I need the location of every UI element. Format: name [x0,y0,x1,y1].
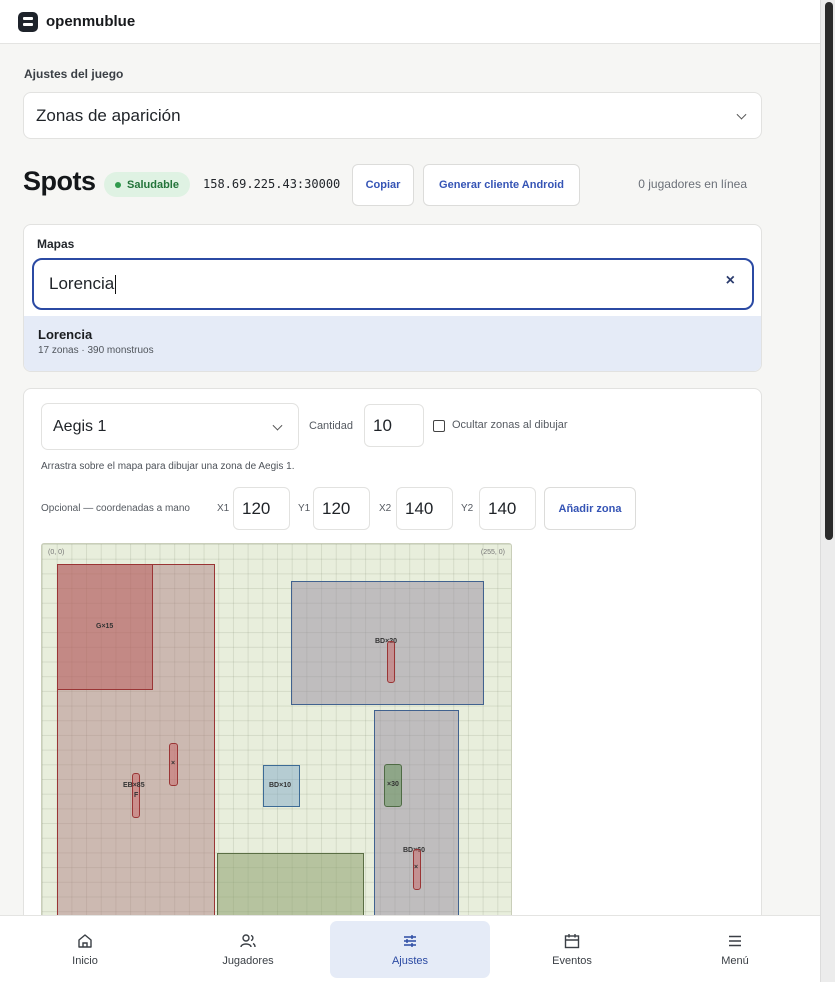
spawn-zone[interactable]: BD×60 [374,710,459,947]
zone-label: G×15 [96,623,114,630]
hide-zones-label: Ocultar zonas al dibujar [452,419,568,431]
menu-icon [729,935,741,947]
spawn-zone[interactable]: ×30 [384,764,402,807]
settings-section-select[interactable]: Zonas de aparición [23,92,762,139]
zone-label: EB×85 [123,782,145,789]
x1-input[interactable]: 120 [233,487,290,530]
status-text: Saludable [127,178,179,191]
spawn-zone[interactable] [387,641,395,683]
maps-card: Mapas Lorencia × Lorencia 17 zonas · 390… [23,224,762,372]
nav-item-eventos[interactable]: Eventos [517,921,627,978]
x2-label: X2 [379,503,392,514]
scrollbar-thumb[interactable] [825,2,833,540]
spawn-zone[interactable]: EB×85 F [123,773,145,818]
page-scrollbar[interactable] [820,0,835,982]
nav-label: Menú [721,955,749,967]
spawn-zone[interactable]: BD×10 [263,765,300,807]
nav-label: Ajustes [391,955,429,967]
generate-android-button[interactable]: Generar cliente Android [423,164,580,206]
bottom-navigation: Inicio Jugadores Ajustes Eventos Menú [0,915,820,982]
status-badge: Saludable [104,172,190,197]
settings-section-value: Zonas de aparición [36,105,181,125]
spawn-zone[interactable]: × [413,849,421,890]
hide-zones-checkbox[interactable] [433,420,445,432]
nav-item-ajustes[interactable]: Ajustes [330,921,490,978]
spawn-zone[interactable]: G×15 [57,564,153,690]
draw-hint: Arrastra sobre el mapa para dibujar una … [41,461,295,472]
map-result-meta: 17 zonas · 390 monstruos [38,345,154,356]
y1-label: Y1 [298,503,311,514]
zone-label: × [414,864,419,871]
origin-coord-label: (0, 0) [48,549,65,556]
page-title: Spots [23,166,96,196]
clear-icon[interactable]: × [726,272,735,290]
zone-label: BD×10 [269,782,291,789]
zone-label: F [134,792,139,799]
manual-coords-label: Opcional — coordenadas a mano [41,503,190,514]
brand-name: openmublue [46,13,136,30]
monster-select[interactable]: Aegis 1 [41,403,299,450]
top-bar: openmublue [0,0,820,44]
map-search-input[interactable]: Lorencia × [32,258,754,310]
map-search-value: Lorencia [49,274,115,293]
settings-label: Ajustes del juego [24,67,124,81]
app-logo-icon [18,11,38,32]
y1-input[interactable]: 120 [313,487,370,530]
nav-label: Eventos [552,955,592,967]
zone-label: × [171,760,176,767]
online-players: 0 jugadores en línea [638,177,747,191]
sliders-icon [404,935,416,947]
home-icon [78,934,92,948]
app-window: openmublue Ajustes del juego Zonas de ap… [0,0,820,982]
calendar-icon [564,934,580,949]
corner-coord-label: (255, 0) [480,549,505,556]
y2-input[interactable]: 140 [479,487,536,530]
monster-select-value: Aegis 1 [53,417,107,435]
zone-label: ×30 [387,781,399,788]
text-caret [115,274,117,294]
copy-button[interactable]: Copiar [352,164,414,206]
nav-label: Inicio [72,955,98,967]
spawn-editor-card: Aegis 1 Cantidad 10 Ocultar zonas al dib… [23,388,762,948]
spawn-zone[interactable]: × [169,743,178,786]
maps-label: Mapas [37,237,75,251]
add-zone-button[interactable]: Añadir zona [544,487,636,530]
quantity-label: Cantidad [309,420,354,432]
map-result-name: Lorencia [38,327,93,342]
spawn-map-canvas[interactable]: (0, 0) (255, 0) G×15 BD×20 BD×60 ×30 × E… [41,543,512,947]
chevron-down-icon [736,109,747,120]
status-dot-icon [115,181,121,188]
chevron-down-icon [272,420,283,431]
nav-item-menu[interactable]: Menú [680,921,790,978]
users-icon [240,934,256,948]
y2-label: Y2 [461,503,474,514]
map-result-item[interactable]: Lorencia 17 zonas · 390 monstruos [24,316,761,371]
nav-label: Jugadores [222,955,274,967]
nav-item-inicio[interactable]: Inicio [30,921,140,978]
x1-label: X1 [217,503,230,514]
quantity-input[interactable]: 10 [364,404,424,447]
server-address: 158.69.225.43:30000 [203,177,341,191]
x2-input[interactable]: 140 [396,487,453,530]
nav-item-jugadores[interactable]: Jugadores [193,921,303,978]
